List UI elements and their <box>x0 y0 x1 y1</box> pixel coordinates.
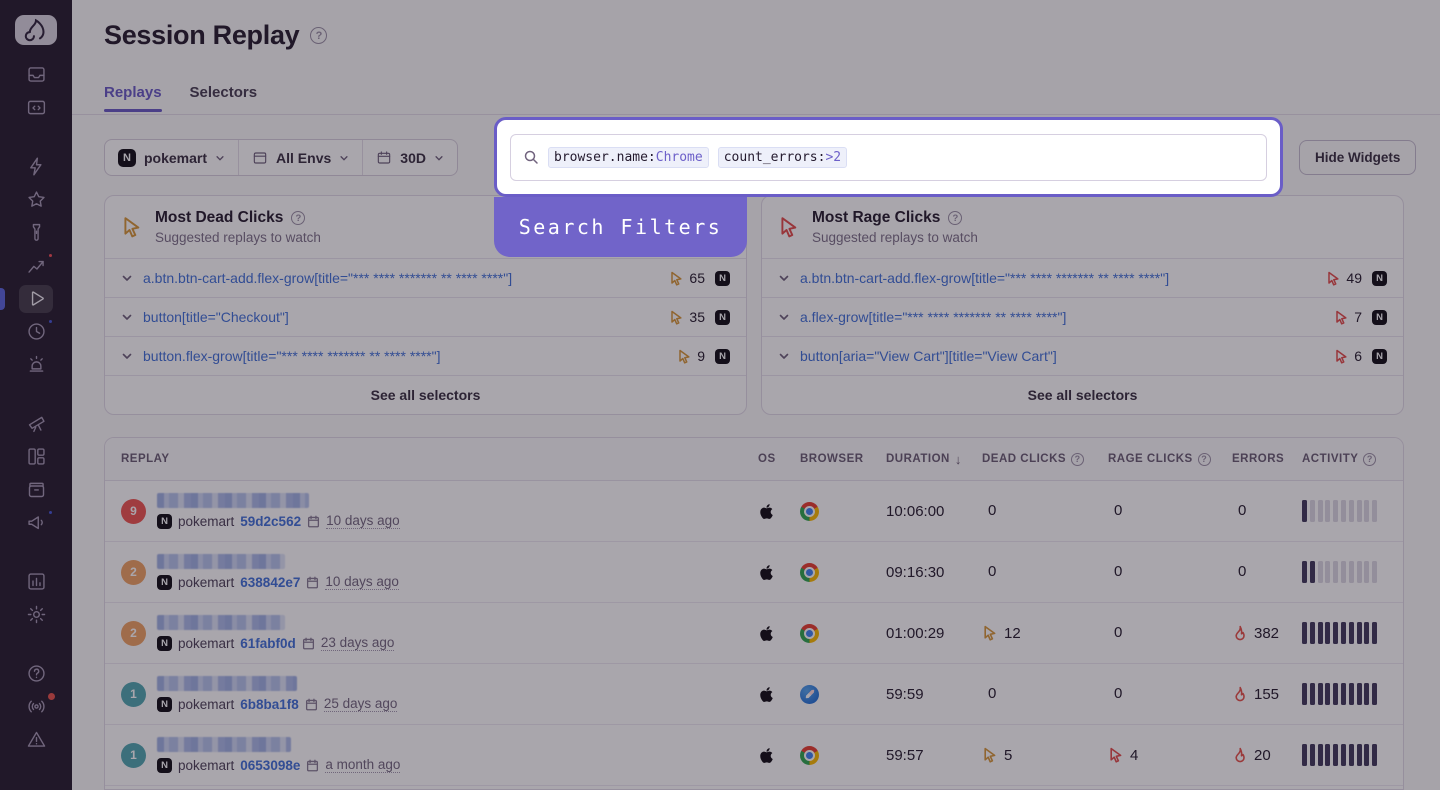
search-token-count-errors[interactable]: count_errors:>2 <box>718 147 847 168</box>
replay-search-input[interactable]: browser.name:Chrome count_errors:>2 <box>510 134 1267 181</box>
search-token-browser-name[interactable]: browser.name:Chrome <box>548 147 709 168</box>
token-key: browser.name: <box>554 150 656 165</box>
search-icon <box>523 149 539 165</box>
search-filters-tour-label: Search Filters <box>494 197 747 257</box>
token-value: Chrome <box>656 150 703 165</box>
token-value: >2 <box>825 150 841 165</box>
search-filters-spotlight: browser.name:Chrome count_errors:>2 <box>494 117 1283 197</box>
token-key: count_errors: <box>724 150 826 165</box>
session-replay-page: { "header": { "title": "Session Replay",… <box>0 0 1440 790</box>
